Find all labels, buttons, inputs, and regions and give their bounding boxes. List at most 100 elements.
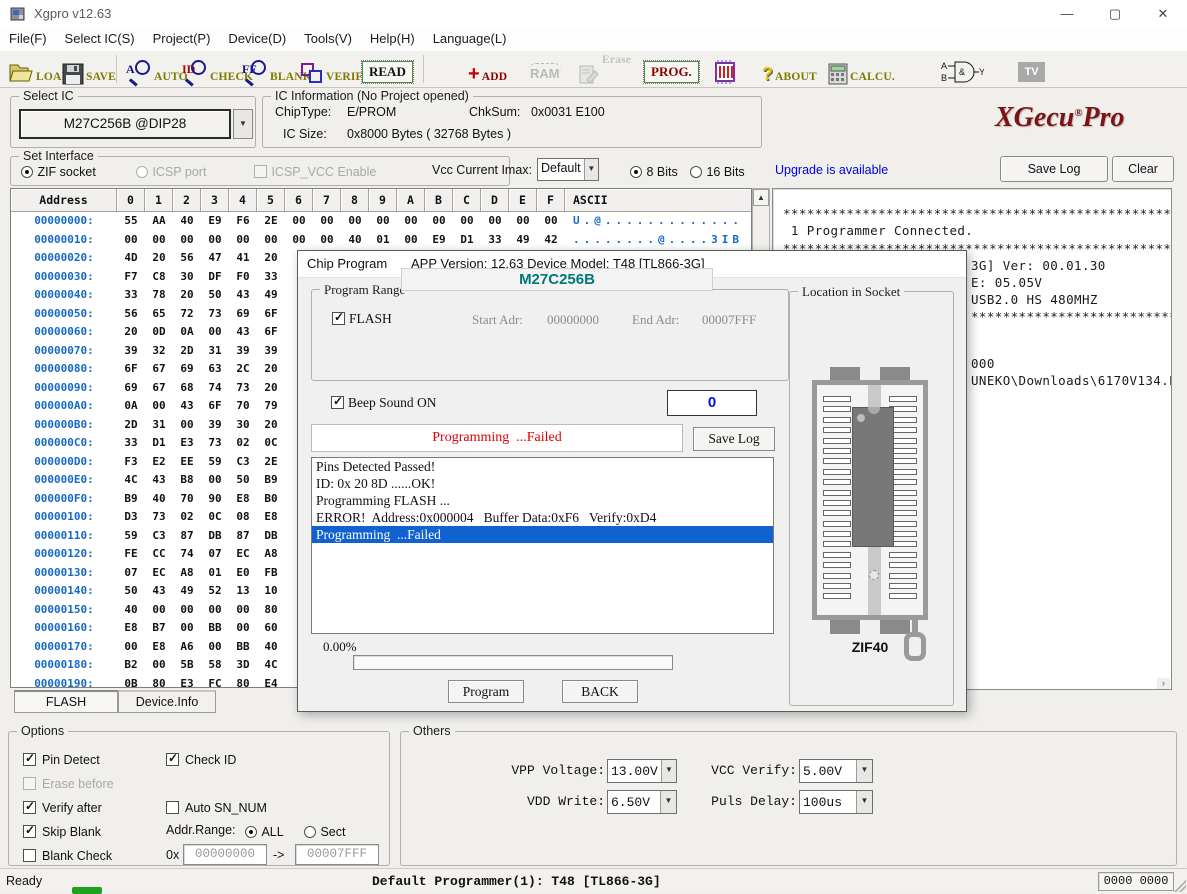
hex-byte-cell[interactable]: 30 — [173, 268, 201, 287]
vcc-current-combo[interactable]: Default▼ — [537, 158, 599, 181]
icsp-vcc-checkbox[interactable]: ICSP_VCC Enable — [254, 163, 376, 181]
hex-byte-cell[interactable]: 40 — [173, 212, 201, 231]
hex-byte-cell[interactable]: A8 — [257, 545, 285, 564]
hex-byte-cell[interactable]: 00 — [173, 601, 201, 620]
hex-byte-cell[interactable]: EC — [145, 564, 173, 583]
hex-byte-cell[interactable]: E9 — [201, 212, 229, 231]
hex-byte-cell[interactable]: 31 — [201, 342, 229, 361]
hex-byte-cell[interactable]: 69 — [229, 305, 257, 324]
hex-byte-cell[interactable]: 00 — [285, 212, 313, 231]
hex-byte-cell[interactable]: B8 — [173, 471, 201, 490]
hex-byte-cell[interactable]: 70 — [229, 397, 257, 416]
hex-byte-cell[interactable]: 0A — [173, 323, 201, 342]
hex-byte-cell[interactable]: 0C — [257, 434, 285, 453]
hex-byte-cell[interactable]: 39 — [201, 416, 229, 435]
hex-byte-cell[interactable]: 5B — [173, 656, 201, 675]
program-button[interactable]: Program — [448, 680, 524, 703]
hex-byte-cell[interactable]: E0 — [229, 564, 257, 583]
hex-byte-cell[interactable]: 52 — [201, 582, 229, 601]
hex-byte-cell[interactable]: 43 — [145, 471, 173, 490]
scroll-up-icon[interactable]: ▲ — [753, 189, 769, 206]
logic-test-button[interactable]: A B & Y — [940, 54, 984, 85]
menu-device[interactable]: Device(D) — [219, 28, 295, 51]
tab-flash[interactable]: FLASH — [14, 690, 118, 713]
vcc-verify-combo[interactable]: 5.00V▼ — [799, 759, 873, 783]
hex-byte-cell[interactable]: 33 — [117, 286, 145, 305]
hex-byte-cell[interactable]: 20 — [145, 249, 173, 268]
hex-byte-cell[interactable]: EE — [173, 453, 201, 472]
hex-byte-cell[interactable]: 43 — [173, 397, 201, 416]
chevron-down-icon[interactable]: ▼ — [856, 760, 872, 782]
hex-byte-cell[interactable]: 30 — [229, 416, 257, 435]
hex-byte-cell[interactable]: 56 — [173, 249, 201, 268]
hex-byte-cell[interactable]: 69 — [117, 379, 145, 398]
hex-byte-cell[interactable]: 01 — [201, 564, 229, 583]
selected-ic-value[interactable]: M27C256B @DIP28 — [19, 109, 231, 139]
hex-byte-cell[interactable]: B0 — [257, 490, 285, 509]
hex-byte-cell[interactable]: 00 — [341, 212, 369, 231]
hex-byte-cell[interactable]: FC — [201, 675, 229, 689]
hex-byte-cell[interactable]: 40 — [145, 490, 173, 509]
hex-byte-cell[interactable]: 60 — [257, 619, 285, 638]
read-button[interactable]: READ — [362, 54, 413, 85]
hex-byte-cell[interactable]: 0B — [117, 675, 145, 689]
hex-byte-cell[interactable]: 20 — [117, 323, 145, 342]
hex-byte-cell[interactable]: 31 — [145, 416, 173, 435]
option-check-id[interactable]: Check ID — [166, 751, 236, 769]
hex-byte-cell[interactable]: 07 — [201, 545, 229, 564]
hex-byte-cell[interactable]: 73 — [201, 434, 229, 453]
hex-byte-cell[interactable]: B9 — [257, 471, 285, 490]
hex-byte-cell[interactable]: 4D — [117, 249, 145, 268]
hex-byte-cell[interactable]: 55 — [117, 212, 145, 231]
hex-byte-cell[interactable]: 72 — [173, 305, 201, 324]
close-button[interactable]: ✕ — [1146, 0, 1180, 28]
addr-range-sect-radio[interactable]: Sect — [304, 823, 345, 841]
hex-byte-cell[interactable]: D3 — [117, 508, 145, 527]
menu-file[interactable]: File(F) — [0, 28, 56, 51]
hex-byte-cell[interactable]: 00 — [229, 601, 257, 620]
hex-byte-cell[interactable]: 69 — [173, 360, 201, 379]
hex-byte-cell[interactable]: 39 — [229, 342, 257, 361]
burn-chip-button[interactable] — [712, 54, 738, 85]
hex-byte-cell[interactable]: 70 — [173, 490, 201, 509]
hex-byte-cell[interactable]: 40 — [117, 601, 145, 620]
hex-byte-cell[interactable]: FE — [117, 545, 145, 564]
menu-help[interactable]: Help(H) — [361, 28, 424, 51]
hex-byte-cell[interactable]: 00 — [229, 231, 257, 250]
hex-byte-cell[interactable]: 74 — [201, 379, 229, 398]
menu-project[interactable]: Project(P) — [144, 28, 220, 51]
hex-byte-cell[interactable]: 00 — [229, 619, 257, 638]
hex-byte-cell[interactable]: 43 — [145, 582, 173, 601]
hex-byte-cell[interactable]: DB — [257, 527, 285, 546]
hex-byte-cell[interactable]: 00 — [201, 471, 229, 490]
hex-byte-cell[interactable]: 00 — [453, 212, 481, 231]
hex-byte-cell[interactable]: C3 — [229, 453, 257, 472]
hex-byte-cell[interactable]: D1 — [145, 434, 173, 453]
hex-byte-cell[interactable]: 63 — [201, 360, 229, 379]
hex-byte-cell[interactable]: 73 — [145, 508, 173, 527]
hex-byte-cell[interactable]: 0A — [117, 397, 145, 416]
menu-language[interactable]: Language(L) — [424, 28, 516, 51]
hex-byte-cell[interactable]: 00 — [313, 212, 341, 231]
upgrade-link[interactable]: Upgrade is available — [775, 163, 888, 177]
hex-byte-cell[interactable]: 00 — [145, 601, 173, 620]
hex-byte-cell[interactable]: 43 — [229, 323, 257, 342]
hex-byte-cell[interactable]: 00 — [145, 656, 173, 675]
hex-byte-cell[interactable]: 67 — [145, 360, 173, 379]
hex-byte-cell[interactable]: 68 — [173, 379, 201, 398]
hex-byte-cell[interactable]: E8 — [145, 638, 173, 657]
hex-byte-cell[interactable]: 0D — [145, 323, 173, 342]
save-button[interactable]: SAVE — [62, 54, 116, 85]
hex-byte-cell[interactable]: 20 — [257, 379, 285, 398]
minimize-button[interactable]: — — [1050, 0, 1084, 28]
hex-byte-cell[interactable]: 50 — [117, 582, 145, 601]
hex-byte-cell[interactable]: 00 — [117, 231, 145, 250]
hex-byte-cell[interactable]: 41 — [229, 249, 257, 268]
erase-button[interactable]: Erase — [578, 54, 631, 85]
log-line[interactable]: Programming FLASH ... — [312, 492, 773, 509]
hex-byte-cell[interactable]: 50 — [229, 471, 257, 490]
bits16-radio[interactable]: 16 Bits — [690, 163, 745, 181]
option-blank-check[interactable]: Blank Check — [23, 847, 112, 865]
hex-byte-cell[interactable]: 87 — [173, 527, 201, 546]
hex-byte-cell[interactable]: 00 — [481, 212, 509, 231]
